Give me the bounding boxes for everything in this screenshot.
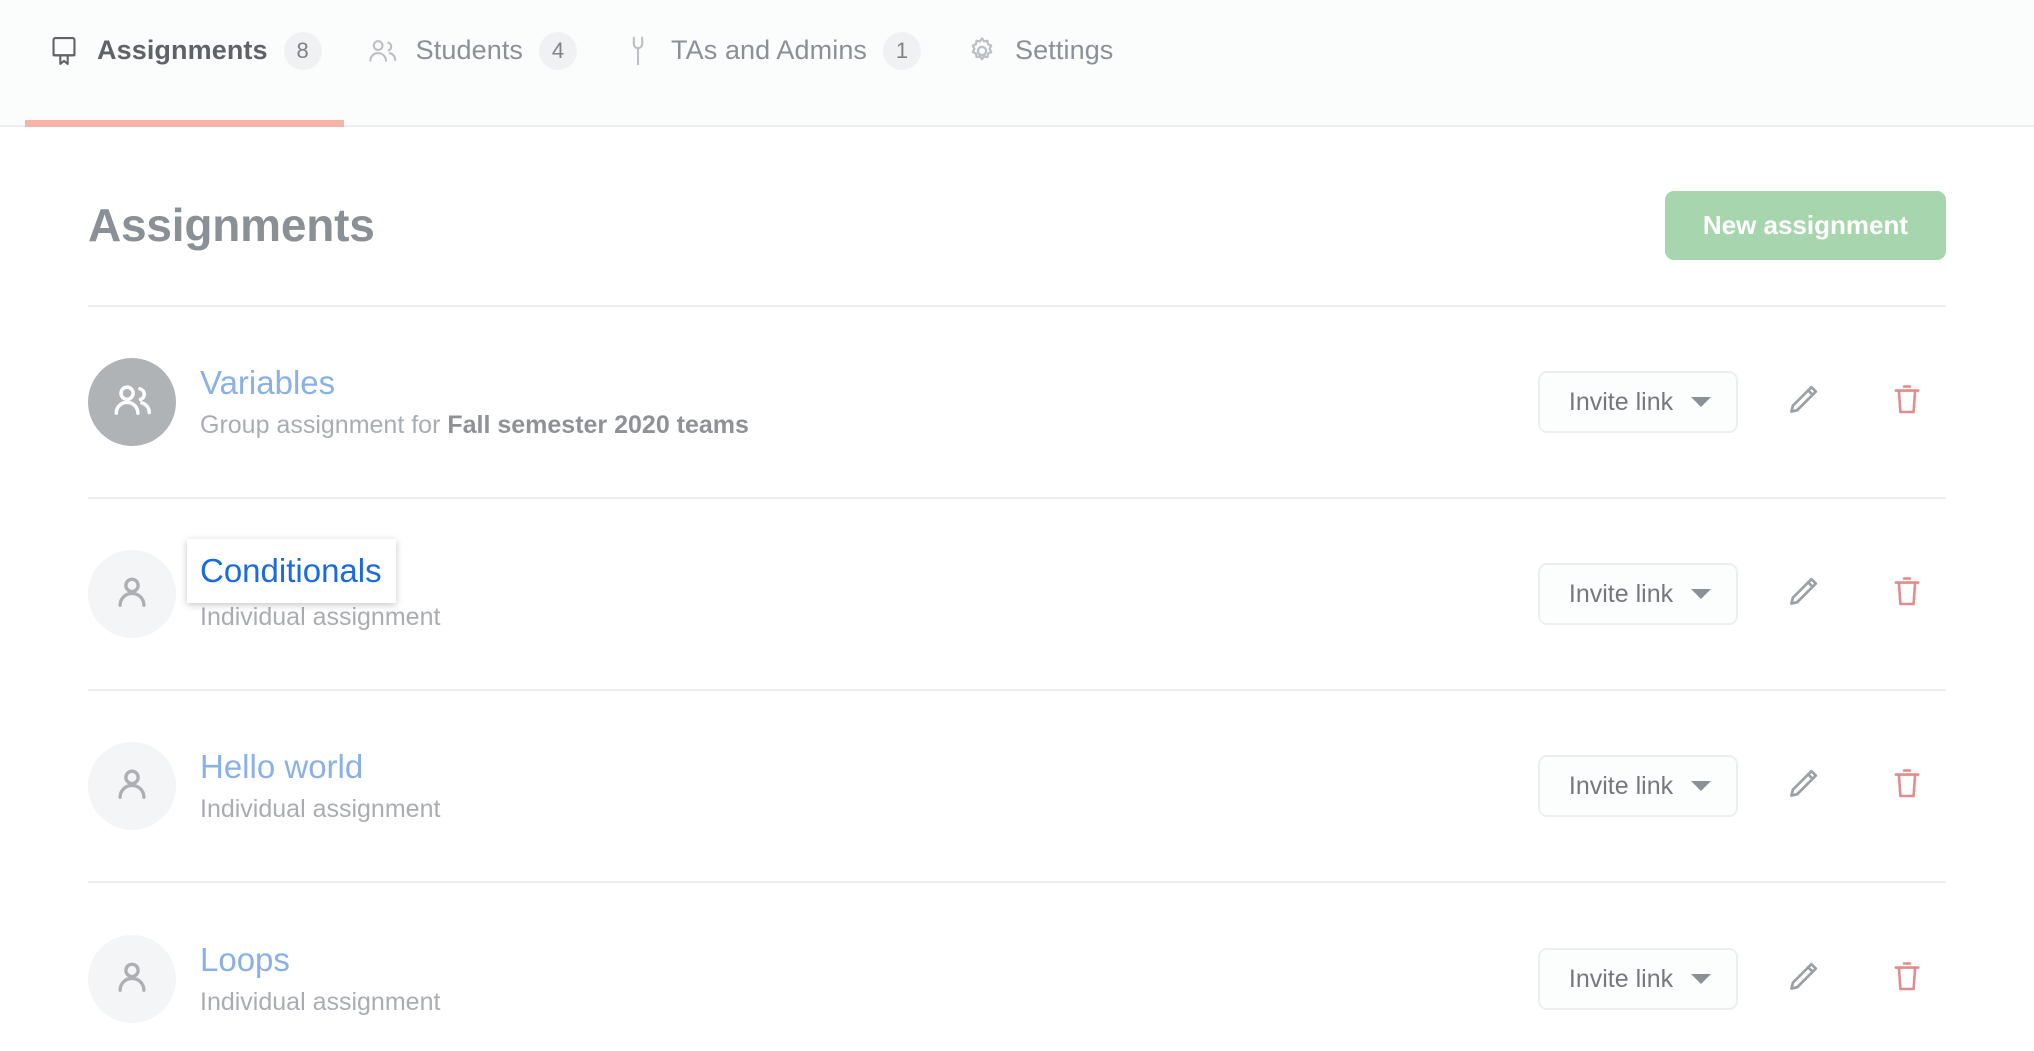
assignment-name-highlight: Conditionals Conditionals — [187, 538, 396, 604]
pencil-icon — [1784, 573, 1822, 616]
gear-icon — [965, 34, 999, 68]
trash-icon — [1889, 765, 1925, 808]
tab-label: Assignments — [97, 35, 268, 65]
delete-assignment-button[interactable] — [1868, 559, 1946, 629]
assignment-avatar — [88, 935, 176, 1023]
tab-badge: 1 — [883, 31, 922, 70]
assignment-info: Hello world Individual assignment — [200, 748, 1514, 825]
invite-link-button[interactable]: Invite link — [1538, 755, 1738, 817]
assignment-info: Variables Group assignment for Fall semes… — [200, 364, 1514, 441]
invite-link-label: Invite link — [1568, 964, 1674, 993]
row-actions: Invite link — [1538, 367, 1946, 437]
chevron-down-icon — [1691, 397, 1712, 407]
main-tab-bar: Assignments 8 Students 4 TAs and Admins 1 Sett… — [0, 0, 2034, 127]
pencil-icon — [1784, 958, 1822, 1001]
assignment-row: Variables Group assignment for Fall semes… — [88, 307, 1946, 499]
assignment-subtitle-prefix: Group assignment for — [200, 411, 448, 440]
chevron-down-icon — [1691, 974, 1712, 984]
assignment-subtitle: Individual assignment — [200, 987, 1514, 1017]
trash-icon — [1889, 381, 1925, 424]
group-icon — [110, 378, 154, 427]
assignment-row: Conditionals Conditionals Individual ass… — [88, 499, 1946, 691]
invite-link-button[interactable]: Invite link — [1538, 948, 1738, 1010]
edit-assignment-button[interactable] — [1764, 751, 1842, 821]
students-icon — [366, 34, 400, 68]
edit-assignment-button[interactable] — [1764, 559, 1842, 629]
assignments-list: Variables Group assignment for Fall semes… — [88, 305, 1946, 1051]
tab-tas-and-admins[interactable]: TAs and Admins 1 — [599, 0, 943, 125]
row-actions: Invite link — [1538, 944, 1946, 1014]
tab-assignments[interactable]: Assignments 8 — [25, 0, 344, 127]
delete-assignment-button[interactable] — [1868, 367, 1946, 437]
new-assignment-button[interactable]: New assignment — [1664, 190, 1946, 260]
assignment-name-link[interactable]: Conditionals — [200, 552, 382, 590]
tab-label: TAs and Admins — [671, 35, 868, 65]
book-icon — [47, 34, 81, 68]
assignment-name-link[interactable]: Hello world — [200, 748, 363, 786]
assignment-avatar — [88, 358, 176, 446]
assignment-subtitle-prefix: Individual assignment — [200, 988, 441, 1017]
tab-label: Settings — [1015, 35, 1114, 65]
page-content: Assignments New assignment Variables Grou… — [0, 127, 2034, 1051]
hover-highlight-box: Conditionals — [187, 538, 396, 604]
assignment-subtitle: Group assignment for Fall semester 2020 … — [200, 410, 1514, 440]
wrench-icon — [621, 34, 655, 68]
invite-link-label: Invite link — [1568, 579, 1674, 608]
person-icon — [111, 571, 153, 618]
assignment-info: Conditionals Conditionals Individual ass… — [187, 538, 1514, 633]
assignment-subtitle-prefix: Individual assignment — [200, 603, 441, 632]
tab-badge: 4 — [539, 31, 578, 70]
assignment-subtitle: Individual assignment — [200, 602, 1514, 632]
assignment-row: Loops Individual assignment Invite link — [88, 883, 1946, 1051]
person-icon — [111, 956, 153, 1003]
edit-assignment-button[interactable] — [1764, 367, 1842, 437]
tab-students[interactable]: Students 4 — [344, 0, 599, 125]
row-actions: Invite link — [1538, 559, 1946, 629]
tab-label: Students — [415, 35, 524, 65]
assignment-subtitle-prefix: Individual assignment — [200, 795, 441, 824]
active-tab-indicator — [25, 120, 344, 127]
pencil-icon — [1784, 381, 1822, 424]
row-actions: Invite link — [1538, 751, 1946, 821]
chevron-down-icon — [1691, 589, 1712, 599]
page-header: Assignments New assignment — [88, 127, 1946, 305]
person-icon — [111, 763, 153, 810]
tab-settings[interactable]: Settings — [943, 0, 1135, 125]
tab-badge: 8 — [283, 31, 322, 70]
chevron-down-icon — [1691, 781, 1712, 791]
invite-link-button[interactable]: Invite link — [1538, 371, 1738, 433]
assignment-subtitle: Individual assignment — [200, 794, 1514, 824]
assignment-row: Hello world Individual assignment Invite … — [88, 691, 1946, 883]
assignment-avatar — [88, 742, 176, 830]
invite-link-label: Invite link — [1568, 387, 1674, 416]
assignment-avatar — [88, 550, 176, 638]
trash-icon — [1889, 958, 1925, 1001]
assignment-subtitle-strong: Fall semester 2020 teams — [447, 411, 749, 440]
assignment-info: Loops Individual assignment — [200, 941, 1514, 1018]
page-title: Assignments — [88, 199, 375, 251]
delete-assignment-button[interactable] — [1868, 751, 1946, 821]
trash-icon — [1889, 573, 1925, 616]
delete-assignment-button[interactable] — [1868, 944, 1946, 1014]
invite-link-button[interactable]: Invite link — [1538, 563, 1738, 625]
edit-assignment-button[interactable] — [1764, 944, 1842, 1014]
invite-link-label: Invite link — [1568, 771, 1674, 800]
pencil-icon — [1784, 765, 1822, 808]
assignment-name-link[interactable]: Loops — [200, 941, 290, 979]
assignment-name-link[interactable]: Variables — [200, 364, 335, 402]
